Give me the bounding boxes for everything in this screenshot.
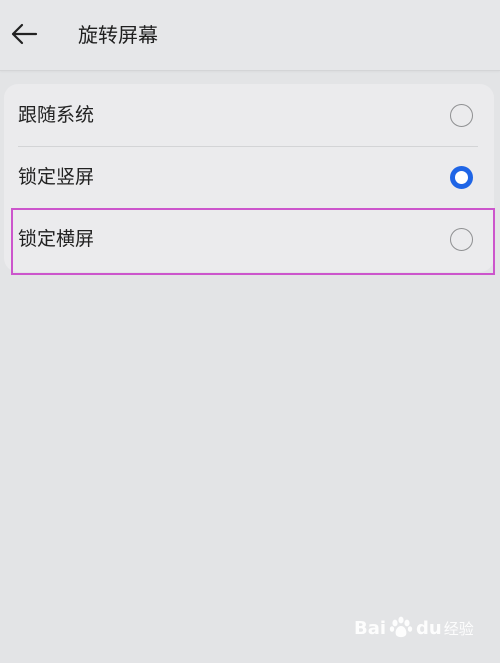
radio-button-lock-portrait[interactable] — [450, 166, 473, 189]
option-label: 锁定竖屏 — [18, 166, 95, 188]
radio-button-lock-landscape[interactable] — [450, 228, 473, 251]
watermark-suffix: 经验 — [443, 619, 474, 638]
baidu-watermark: Bai du 经验 — [354, 608, 474, 648]
page-title: 旋转屏幕 — [78, 23, 158, 47]
watermark-brand-b: du — [416, 617, 442, 639]
rotation-options-card: 跟随系统 锁定竖屏 锁定横屏 — [4, 84, 494, 272]
watermark-brand-a: Bai — [354, 617, 387, 639]
option-follow-system[interactable]: 跟随系统 — [4, 85, 494, 146]
option-label: 锁定横屏 — [18, 228, 95, 250]
app-header: 旋转屏幕 — [0, 0, 500, 71]
option-label: 跟随系统 — [18, 104, 95, 126]
option-lock-portrait[interactable]: 锁定竖屏 — [4, 147, 494, 208]
radio-button-follow-system[interactable] — [450, 104, 473, 127]
baidu-paw-icon — [389, 616, 413, 638]
arrow-left-icon — [11, 23, 38, 45]
option-lock-landscape[interactable]: 锁定横屏 — [4, 209, 494, 270]
back-button[interactable] — [6, 16, 42, 52]
